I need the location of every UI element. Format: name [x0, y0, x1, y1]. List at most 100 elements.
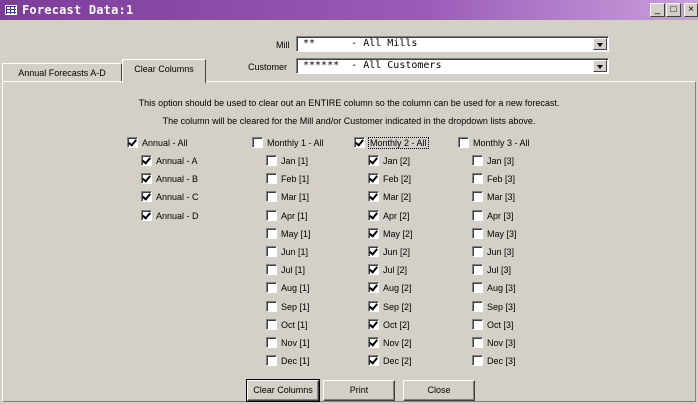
column-item-checkbox[interactable]: May [2]	[368, 228, 413, 242]
column-item-checkbox[interactable]: Jan [1]	[266, 155, 308, 169]
checkbox[interactable]	[266, 191, 277, 203]
column-item-checkbox[interactable]: Aug [2]	[368, 282, 412, 296]
checkbox[interactable]	[368, 210, 379, 222]
column-item-checkbox[interactable]: Sep [2]	[368, 301, 412, 315]
checkbox[interactable]	[141, 155, 152, 167]
column-item-checkbox[interactable]: Oct [3]	[472, 319, 514, 333]
column-item-checkbox[interactable]: Jul [1]	[266, 264, 305, 278]
column-item-checkbox[interactable]: Annual - B	[141, 173, 198, 187]
column-header-checkbox[interactable]: Monthly 3 - All	[458, 137, 530, 151]
column-item-checkbox[interactable]: Dec [2]	[368, 355, 412, 369]
column-item-checkbox[interactable]: Annual - A	[141, 155, 198, 169]
column-item-checkbox[interactable]: Aug [1]	[266, 282, 310, 296]
checkbox[interactable]	[252, 137, 263, 149]
column-header-checkbox[interactable]: Monthly 2 - All	[354, 136, 429, 151]
checkbox[interactable]	[266, 210, 277, 222]
column-item-checkbox[interactable]: Dec [3]	[472, 355, 516, 369]
clear-columns-button[interactable]: Clear Columns	[246, 379, 320, 402]
checkbox[interactable]	[266, 173, 277, 185]
checkbox[interactable]	[141, 191, 152, 203]
column-item-checkbox[interactable]: Sep [1]	[266, 301, 310, 315]
checkbox[interactable]	[368, 246, 379, 258]
checkbox[interactable]	[368, 355, 379, 367]
column-item-checkbox[interactable]: Sep [3]	[472, 301, 516, 315]
checkbox[interactable]	[472, 337, 483, 349]
checkbox[interactable]	[368, 155, 379, 167]
checkbox[interactable]	[368, 282, 379, 294]
checkbox[interactable]	[472, 246, 483, 258]
checkbox[interactable]	[266, 246, 277, 258]
column-item-checkbox[interactable]: May [1]	[266, 228, 311, 242]
checkbox[interactable]	[266, 264, 277, 276]
checkbox[interactable]	[472, 228, 483, 240]
close-button[interactable]: Close	[403, 380, 475, 401]
column-item-checkbox[interactable]: Jun [2]	[368, 246, 410, 260]
title-bar[interactable]: Forecast Data:1 _ □ ×	[0, 0, 698, 20]
column-item-checkbox[interactable]: Jan [2]	[368, 155, 410, 169]
column-item-checkbox[interactable]: May [3]	[472, 228, 517, 242]
column-item-checkbox[interactable]: Mar [3]	[472, 191, 515, 205]
column-item-checkbox[interactable]: Apr [1]	[266, 210, 308, 224]
column-item-checkbox[interactable]: Jun [1]	[266, 246, 308, 260]
checkbox[interactable]	[368, 337, 379, 349]
column-item-checkbox[interactable]: Jul [3]	[472, 264, 511, 278]
checkbox[interactable]	[472, 191, 483, 203]
checkbox[interactable]	[266, 282, 277, 294]
checkbox[interactable]	[472, 173, 483, 185]
checkbox[interactable]	[472, 301, 483, 313]
checkbox[interactable]	[368, 228, 379, 240]
checkbox[interactable]	[472, 282, 483, 294]
checkbox[interactable]	[354, 137, 365, 149]
checkbox[interactable]	[266, 301, 277, 313]
column-item-checkbox[interactable]: Nov [1]	[266, 337, 310, 351]
close-window-button[interactable]: ×	[684, 3, 698, 17]
checkbox[interactable]	[141, 173, 152, 185]
mill-dropdown[interactable]: ** - All Mills	[296, 36, 609, 52]
checkbox[interactable]	[368, 301, 379, 313]
column-item-checkbox[interactable]: Oct [1]	[266, 319, 308, 333]
checkbox[interactable]	[368, 264, 379, 276]
column-item-checkbox[interactable]: Jul [2]	[368, 264, 407, 278]
column-item-checkbox[interactable]: Apr [2]	[368, 210, 410, 224]
checkbox[interactable]	[266, 337, 277, 349]
column-header-checkbox[interactable]: Annual - All	[127, 137, 188, 151]
column-item-checkbox[interactable]: Annual - D	[141, 210, 199, 224]
maximize-button[interactable]: □	[666, 3, 681, 17]
checkbox[interactable]	[141, 210, 152, 222]
checkbox[interactable]	[472, 264, 483, 276]
checkbox[interactable]	[472, 355, 483, 367]
column-item-checkbox[interactable]: Nov [2]	[368, 337, 412, 351]
checkbox[interactable]	[472, 155, 483, 167]
print-button[interactable]: Print	[323, 380, 395, 401]
chevron-down-icon[interactable]	[593, 38, 607, 50]
column-item-checkbox[interactable]: Feb [3]	[472, 173, 515, 187]
column-item-checkbox[interactable]: Feb [1]	[266, 173, 309, 187]
checkbox[interactable]	[368, 191, 379, 203]
column-item-checkbox[interactable]: Mar [2]	[368, 191, 411, 205]
column-item-checkbox[interactable]: Apr [3]	[472, 210, 514, 224]
checkbox[interactable]	[266, 319, 277, 331]
column-item-checkbox[interactable]: Feb [2]	[368, 173, 411, 187]
column-item-checkbox[interactable]: Annual - C	[141, 191, 199, 205]
tab-annual-forecasts[interactable]: Annual Forecasts A-D	[2, 63, 122, 82]
checkbox[interactable]	[266, 228, 277, 240]
checkbox[interactable]	[458, 137, 469, 149]
column-item-checkbox[interactable]: Jun [3]	[472, 246, 514, 260]
column-item-checkbox[interactable]: Nov [3]	[472, 337, 516, 351]
column-item-checkbox[interactable]: Dec [1]	[266, 355, 310, 369]
tab-clear-columns[interactable]: Clear Columns	[122, 59, 206, 83]
checkbox[interactable]	[368, 173, 379, 185]
column-item-checkbox[interactable]: Oct [2]	[368, 319, 410, 333]
checkbox[interactable]	[472, 319, 483, 331]
checkbox[interactable]	[368, 319, 379, 331]
checkbox[interactable]	[472, 210, 483, 222]
chevron-down-icon[interactable]	[593, 60, 607, 72]
checkbox[interactable]	[127, 137, 138, 149]
column-item-checkbox[interactable]: Mar [1]	[266, 191, 309, 205]
checkbox[interactable]	[266, 355, 277, 367]
column-item-checkbox[interactable]: Aug [3]	[472, 282, 516, 296]
column-item-checkbox[interactable]: Jan [3]	[472, 155, 514, 169]
minimize-button[interactable]: _	[650, 3, 665, 17]
customer-dropdown[interactable]: ****** - All Customers	[296, 58, 609, 74]
column-header-checkbox[interactable]: Monthly 1 - All	[252, 137, 324, 151]
